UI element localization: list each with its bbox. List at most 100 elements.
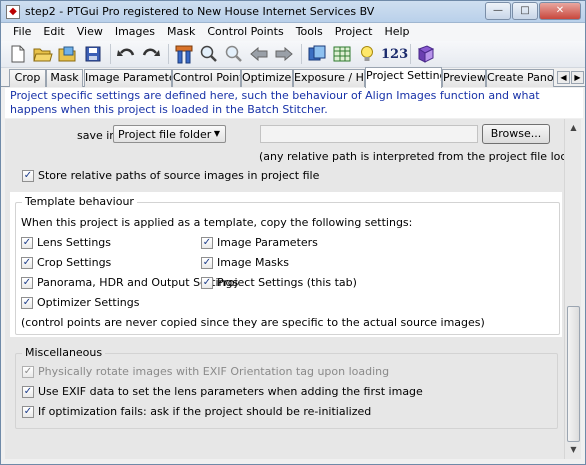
scroll-down-icon[interactable]: ▼	[566, 442, 581, 457]
open-folder-icon[interactable]	[32, 43, 54, 65]
menu-mask[interactable]: Mask	[161, 23, 201, 41]
save-in-select[interactable]: Project file folder ▼	[113, 125, 226, 143]
window-title: step2 - PTGui Pro registered to New Hous…	[25, 5, 375, 18]
misc-title: Miscellaneous	[22, 346, 106, 359]
rotate-exif-label: Physically rotate images with EXIF Orien…	[38, 365, 390, 378]
image-parameters-checkbox[interactable]: ✓ Image Parameters	[201, 236, 318, 249]
optimization-fails-checkbox[interactable]: ✓ If optimization fails: ask if the proj…	[22, 405, 371, 418]
title-bar[interactable]: ◆ step2 - PTGui Pro registered to New Ho…	[1, 1, 585, 23]
checkmark-icon: ✓	[201, 276, 213, 289]
menu-file[interactable]: File	[7, 23, 37, 41]
menu-view[interactable]: View	[71, 23, 109, 41]
save-in-select-value: Project file folder	[118, 128, 212, 141]
toolbar-separator	[168, 44, 169, 64]
tab-mask[interactable]: Mask	[46, 69, 83, 87]
table-icon[interactable]	[331, 43, 353, 65]
menu-edit[interactable]: Edit	[37, 23, 70, 41]
checkmark-icon: ✓	[22, 365, 34, 378]
rotate-exif-checkbox[interactable]: ✓ Physically rotate images with EXIF Ori…	[22, 365, 389, 378]
help-book-icon[interactable]	[415, 43, 437, 65]
checkmark-icon: ✓	[201, 256, 213, 269]
new-file-icon[interactable]	[7, 43, 29, 65]
menu-control-points[interactable]: Control Points	[201, 23, 289, 41]
menu-images[interactable]: Images	[109, 23, 161, 41]
numbering-button[interactable]: 123	[381, 47, 408, 62]
tab-optimizer[interactable]: Optimizer	[241, 69, 293, 87]
tab-project-settings[interactable]: Project Settings	[365, 67, 442, 88]
app-window: ◆ step2 - PTGui Pro registered to New Ho…	[0, 0, 586, 465]
toolbar-separator	[301, 44, 302, 64]
misc-group: Miscellaneous ✓ Physically rotate images…	[15, 346, 558, 429]
checkmark-icon: ✓	[201, 236, 213, 249]
use-exif-checkbox[interactable]: ✓ Use EXIF data to set the lens paramete…	[22, 385, 423, 398]
template-panel: Template behaviour When this project is …	[10, 192, 562, 337]
scrollbar-thumb[interactable]	[567, 306, 580, 442]
toolbar: 123	[1, 41, 585, 68]
lightbulb-icon[interactable]	[356, 43, 378, 65]
project-settings-checkbox[interactable]: ✓ Project Settings (this tab)	[201, 276, 357, 289]
settings-panel: save in Project file folder ▼ Browse... …	[5, 119, 564, 459]
template-intro: When this project is applied as a templa…	[21, 216, 413, 229]
relative-paths-label: Store relative paths of source images in…	[38, 169, 320, 182]
relative-path-note: (any relative path is interpreted from t…	[259, 150, 564, 163]
checkmark-icon: ✓	[22, 405, 34, 418]
zoom-out-icon[interactable]	[223, 43, 245, 65]
image-masks-checkbox[interactable]: ✓ Image Masks	[201, 256, 289, 269]
image-masks-label: Image Masks	[217, 256, 290, 269]
chevron-down-icon: ▼	[213, 129, 220, 138]
lens-settings-checkbox[interactable]: ✓ Lens Settings	[21, 236, 111, 249]
tab-scroll-right-icon[interactable]: ▶	[571, 71, 584, 84]
minimize-button[interactable]: —	[485, 2, 511, 20]
lens-settings-label: Lens Settings	[37, 236, 112, 249]
info-text: Project specific settings are defined he…	[5, 88, 583, 118]
tab-control-points[interactable]: Control Points	[172, 69, 241, 87]
menu-bar: File Edit View Images Mask Control Point…	[1, 23, 585, 41]
arrow-right-icon[interactable]	[273, 43, 295, 65]
tab-image-parameters[interactable]: Image Parameters	[84, 69, 172, 87]
menu-project[interactable]: Project	[329, 23, 379, 41]
checkmark-icon: ✓	[22, 169, 34, 182]
optimizer-settings-label: Optimizer Settings	[37, 296, 140, 309]
tab-bar: Crop Mask Image Parameters Control Point…	[1, 67, 585, 88]
tab-create-panorama[interactable]: Create Panora	[486, 69, 554, 87]
optimizer-settings-checkbox[interactable]: ✓ Optimizer Settings	[21, 296, 139, 309]
tab-scroll-left-icon[interactable]: ◀	[557, 71, 570, 84]
menu-tools[interactable]: Tools	[290, 23, 329, 41]
open-images-icon[interactable]	[57, 43, 79, 65]
checkmark-icon: ✓	[22, 385, 34, 398]
tab-preview[interactable]: Preview	[442, 69, 486, 87]
optimization-fails-label: If optimization fails: ask if the projec…	[38, 405, 372, 418]
use-exif-label: Use EXIF data to set the lens parameters…	[38, 385, 423, 398]
scroll-up-icon[interactable]: ▲	[566, 120, 581, 135]
align-images-icon[interactable]	[173, 43, 195, 65]
undo-icon[interactable]	[115, 43, 137, 65]
tab-crop[interactable]: Crop	[9, 69, 46, 87]
maximize-button[interactable]: □	[512, 2, 538, 20]
browse-button[interactable]: Browse...	[482, 124, 550, 144]
relative-paths-checkbox[interactable]: ✓ Store relative paths of source images …	[22, 169, 319, 182]
checkmark-icon: ✓	[21, 256, 33, 269]
control-points-note: (control points are never copied since t…	[21, 316, 485, 329]
toolbar-separator	[110, 44, 111, 64]
image-parameters-label: Image Parameters	[217, 236, 318, 249]
close-button[interactable]: ✕	[539, 2, 581, 20]
arrow-left-icon[interactable]	[248, 43, 270, 65]
tab-exposure-hdr[interactable]: Exposure / HDR	[293, 69, 365, 87]
zoom-in-icon[interactable]	[198, 43, 220, 65]
template-title: Template behaviour	[22, 195, 137, 208]
save-in-label: save in	[77, 129, 117, 142]
toolbar-separator	[410, 44, 411, 64]
crop-settings-label: Crop Settings	[37, 256, 112, 269]
crop-settings-checkbox[interactable]: ✓ Crop Settings	[21, 256, 111, 269]
project-settings-label: Project Settings (this tab)	[217, 276, 357, 289]
menu-help[interactable]: Help	[378, 23, 415, 41]
panorama-editor-icon[interactable]	[306, 43, 328, 65]
redo-icon[interactable]	[140, 43, 162, 65]
save-folder-field[interactable]	[260, 125, 478, 143]
checkmark-icon: ✓	[21, 296, 33, 309]
vertical-scrollbar[interactable]: ▲ ▼	[564, 119, 581, 459]
save-icon[interactable]	[82, 43, 104, 65]
template-group: Template behaviour When this project is …	[15, 195, 560, 335]
checkmark-icon: ✓	[21, 236, 33, 249]
app-icon: ◆	[6, 5, 20, 19]
